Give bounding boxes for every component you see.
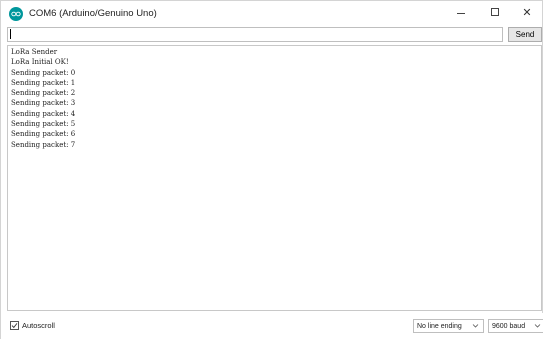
window-title: COM6 (Arduino/Genuino Uno): [29, 8, 157, 19]
autoscroll-checkbox[interactable]: [10, 321, 19, 330]
output-line: Sending packet: 5: [11, 120, 76, 129]
serial-monitor-window: COM6 (Arduino/Genuino Uno) ✕ Send LoRa S…: [0, 0, 543, 340]
maximize-icon: [491, 8, 499, 16]
chevron-down-icon: [534, 324, 541, 328]
minimize-button[interactable]: [443, 1, 479, 23]
output-line: Sending packet: 4: [11, 109, 76, 118]
minimize-icon: [457, 12, 465, 14]
checkmark-icon: [11, 323, 18, 329]
baud-rate-select[interactable]: 9600 baud: [488, 319, 543, 333]
serial-input[interactable]: [7, 27, 503, 42]
line-ending-value: No line ending: [417, 322, 462, 330]
send-row: Send: [7, 27, 542, 43]
maximize-button[interactable]: [477, 1, 513, 23]
line-ending-select[interactable]: No line ending: [413, 319, 484, 333]
output-line: Sending packet: 6: [11, 130, 76, 139]
output-line: Sending packet: 7: [11, 140, 76, 149]
output-line: Sending packet: 2: [11, 89, 76, 98]
arduino-icon: [9, 7, 23, 21]
close-icon: ✕: [522, 6, 532, 19]
chevron-down-icon: [472, 324, 479, 328]
footer-bar: Autoscroll No line ending 9600 baud: [1, 313, 543, 340]
output-line: Sending packet: 3: [11, 99, 76, 108]
close-button[interactable]: ✕: [509, 1, 543, 23]
output-line: Sending packet: 0: [11, 68, 76, 77]
output-line: LoRa Initial OK!: [11, 58, 69, 67]
output-line: Sending packet: 1: [11, 78, 76, 87]
baud-rate-value: 9600 baud: [492, 322, 526, 330]
text-caret: [10, 29, 11, 39]
title-bar[interactable]: COM6 (Arduino/Genuino Uno) ✕: [1, 1, 542, 29]
send-button[interactable]: Send: [508, 27, 542, 42]
autoscroll-label: Autoscroll: [22, 321, 55, 330]
autoscroll-toggle[interactable]: Autoscroll: [10, 321, 55, 330]
output-line: LoRa Sender: [11, 48, 58, 56]
serial-output[interactable]: LoRa Sender LoRa Initial OK! Sending packe…: [7, 45, 542, 311]
